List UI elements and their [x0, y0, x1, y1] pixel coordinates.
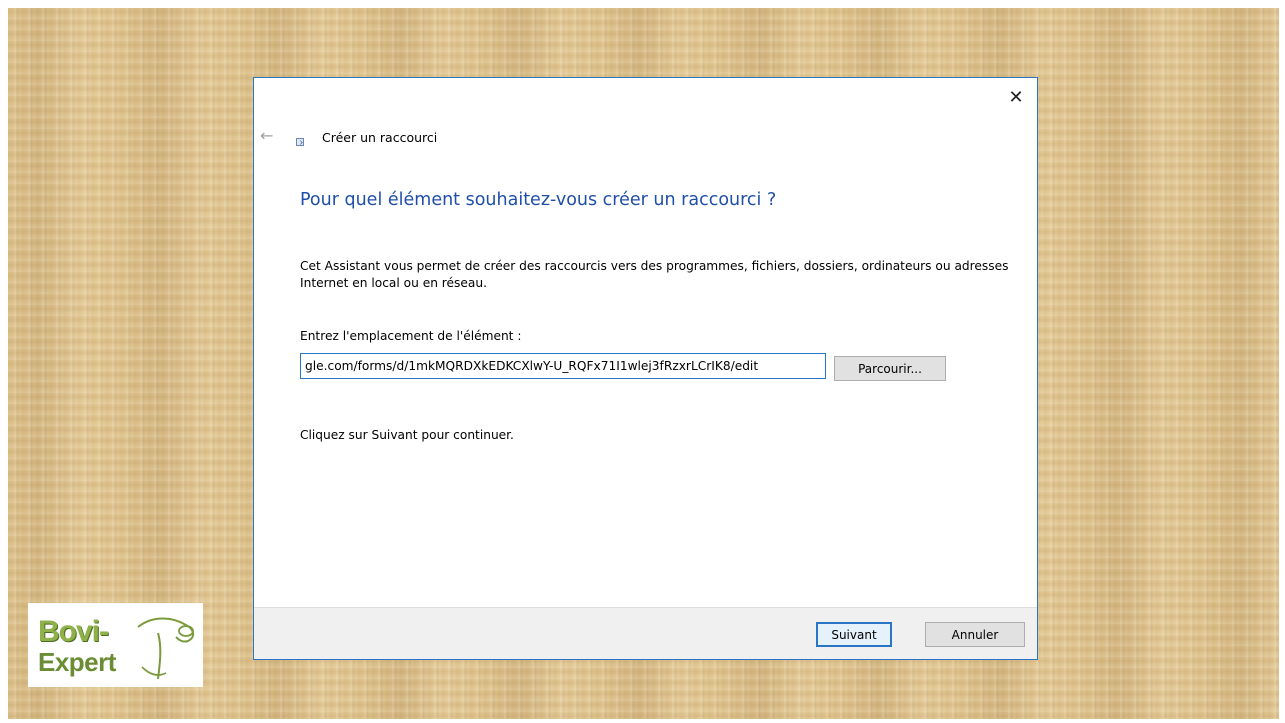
- location-label: Entrez l'emplacement de l'élément :: [300, 329, 522, 343]
- shortcut-icon: [296, 138, 304, 146]
- browse-button[interactable]: Parcourir...: [834, 356, 946, 381]
- wizard-description: Cet Assistant vous permet de créer des r…: [300, 259, 1009, 290]
- next-button[interactable]: Suivant: [816, 622, 892, 647]
- back-arrow-icon[interactable]: ←: [260, 126, 273, 145]
- frame-right-border: [1279, 0, 1285, 723]
- continue-hint: Cliquez sur Suivant pour continuer.: [300, 428, 514, 442]
- logo-text-line2: Expert: [38, 647, 116, 677]
- location-input-value: gle.com/forms/d/1mkMQRDXkEDKCXlwY-U_RQFx…: [305, 359, 759, 373]
- frame-left-border: [0, 0, 8, 723]
- create-shortcut-dialog: ✕ ← Créer un raccourci Pour quel élément…: [253, 77, 1038, 660]
- frame-bottom-border: [0, 719, 1285, 723]
- cow-head-icon: [137, 617, 194, 680]
- page-heading: Pour quel élément souhaitez-vous créer u…: [300, 190, 777, 210]
- wizard-title: Créer un raccourci: [322, 130, 438, 145]
- logo-text-line1: Bovi-: [38, 615, 109, 648]
- frame-top-border: [0, 0, 1285, 8]
- close-icon[interactable]: ✕: [1001, 84, 1031, 110]
- location-input[interactable]: gle.com/forms/d/1mkMQRDXkEDKCXlwY-U_RQFx…: [300, 353, 826, 379]
- cancel-button[interactable]: Annuler: [925, 622, 1025, 647]
- bovi-expert-logo: Bovi- Expert: [28, 603, 203, 687]
- dialog-footer: Suivant Annuler: [254, 607, 1037, 659]
